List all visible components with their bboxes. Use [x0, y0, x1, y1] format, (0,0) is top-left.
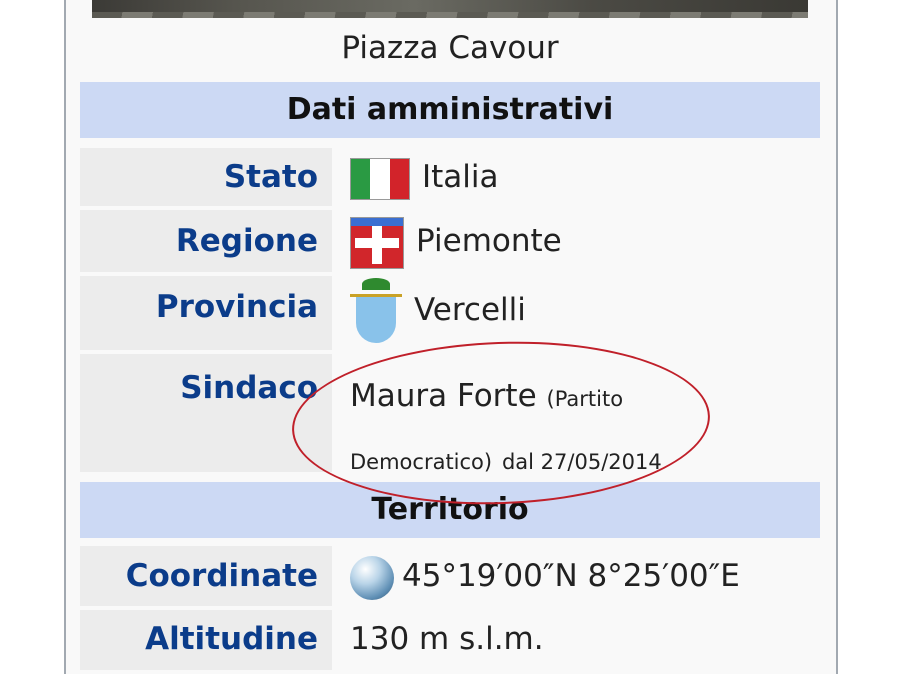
row-sindaco: Sindaco Maura Forte (Partito Democratico… [80, 354, 820, 474]
value-stato-link[interactable]: Italia [422, 159, 499, 195]
value-altitudine: 130 m s.l.m. [350, 621, 544, 657]
value-regione: Piemonte [350, 210, 820, 272]
label-sindaco[interactable]: Sindaco [80, 354, 332, 472]
label-altitudine[interactable]: Altitudine [80, 610, 332, 670]
vercelli-coat-of-arms-icon[interactable] [350, 276, 402, 343]
value-coordinate: 45°19′00″N 8°25′00″E [350, 546, 820, 606]
label-coordinate[interactable]: Coordinate [80, 546, 332, 606]
row-stato: Stato Italia [80, 148, 820, 206]
row-coordinate: Coordinate 45°19′00″N 8°25′00″E [80, 546, 820, 606]
value-sindaco: Maura Forte (Partito Democratico) dal 27… [350, 366, 820, 492]
value-stato: Italia [350, 148, 820, 206]
image-caption: Piazza Cavour [341, 30, 559, 66]
globe-icon[interactable] [350, 555, 394, 600]
value-provincia-link[interactable]: Vercelli [414, 276, 526, 344]
coordinate-link[interactable]: 45°19′00″N 8°25′00″E [402, 558, 740, 594]
mayor-party-close[interactable]: Democratico) [350, 450, 492, 474]
label-provincia[interactable]: Provincia [80, 276, 332, 350]
row-altitudine: Altitudine 130 m s.l.m. [80, 610, 820, 670]
piemonte-flag-icon[interactable] [350, 216, 404, 269]
value-regione-link[interactable]: Piemonte [416, 223, 562, 259]
section-header-admin: Dati amministrativi [80, 82, 820, 138]
mayor-since: dal 27/05/2014 [501, 450, 662, 474]
mayor-party-open[interactable]: (Partito [547, 387, 624, 411]
label-regione[interactable]: Regione [80, 210, 332, 272]
row-provincia: Provincia Vercelli [80, 276, 820, 350]
row-regione: Regione Piemonte [80, 210, 820, 272]
mayor-name[interactable]: Maura Forte [350, 378, 537, 414]
infobox-image[interactable] [92, 0, 808, 18]
italy-flag-icon[interactable] [350, 157, 410, 200]
label-stato[interactable]: Stato [80, 148, 332, 206]
section-header-territory: Territorio [80, 482, 820, 538]
value-provincia: Vercelli [350, 276, 820, 344]
